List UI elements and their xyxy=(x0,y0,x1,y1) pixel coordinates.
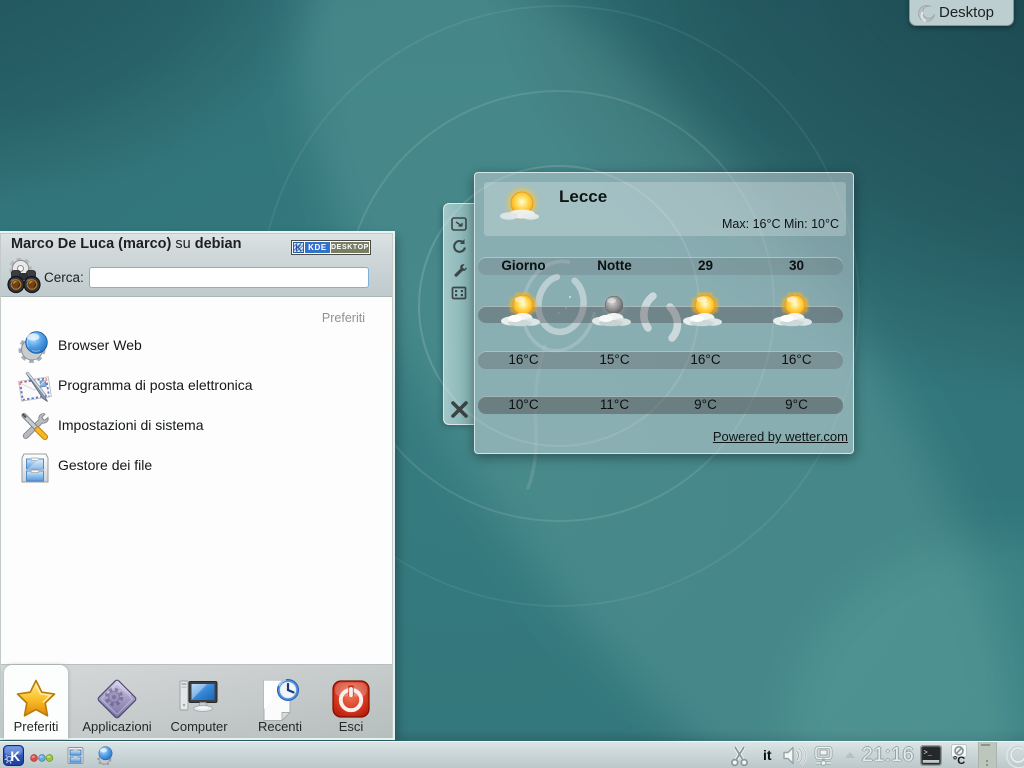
svg-text:>_: >_ xyxy=(924,750,933,758)
svg-text:K: K xyxy=(10,749,20,764)
